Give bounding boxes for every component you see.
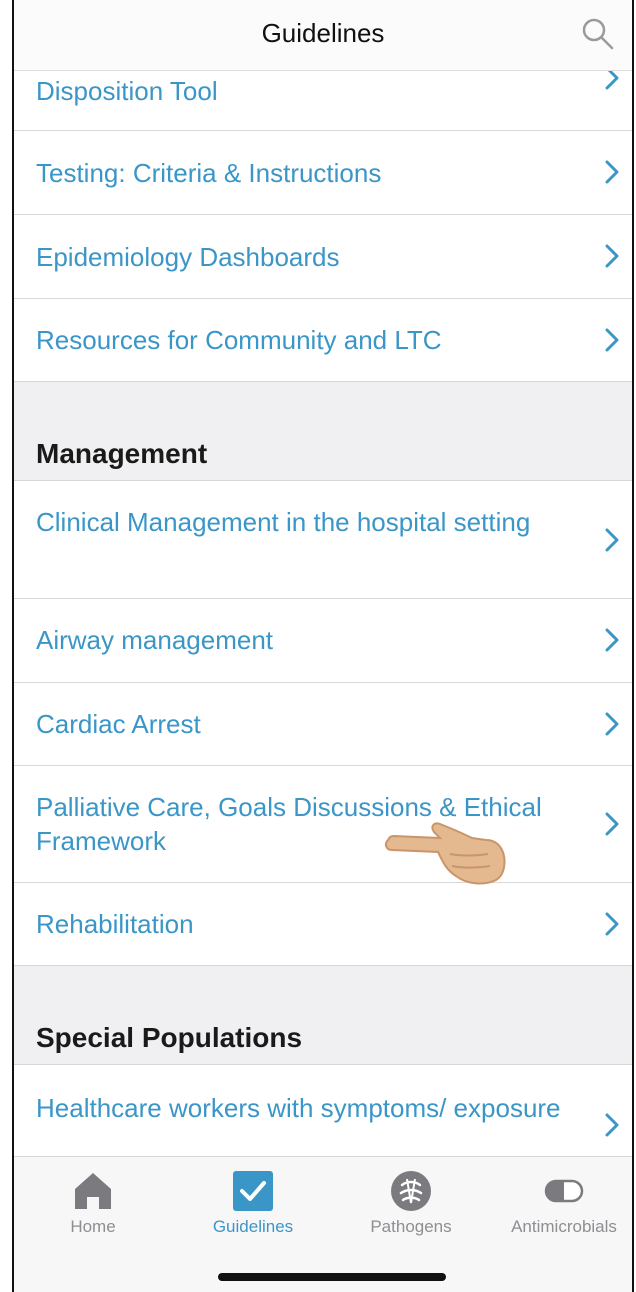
row-label: Disposition Tool — [36, 76, 218, 106]
list-item[interactable]: Disposition Tool — [14, 62, 632, 131]
list-item[interactable]: Clinical Management in the hospital sett… — [14, 481, 632, 599]
list-item[interactable]: Cardiac Arrest — [14, 683, 632, 766]
tab-label: Pathogens — [370, 1217, 452, 1236]
chevron-right-icon — [605, 628, 619, 652]
home-indicator[interactable] — [218, 1273, 446, 1281]
chevron-right-icon — [605, 528, 619, 552]
pointing-hand-icon — [384, 822, 506, 885]
chevron-right-icon — [605, 912, 619, 936]
section-management: Management — [14, 382, 632, 480]
list-item[interactable]: Resources for Community and LTC — [14, 299, 632, 382]
tab-antimicrobials[interactable]: Antimicrobials — [489, 1165, 632, 1245]
chevron-right-icon — [605, 1113, 619, 1137]
tab-bar: Home Guidelines Pathogens Antimicrobials — [14, 1156, 632, 1292]
chevron-right-icon — [605, 328, 619, 352]
tab-label: Antimicrobials — [511, 1217, 617, 1236]
section-header: Management — [36, 438, 208, 469]
tab-pathogens[interactable]: Pathogens — [336, 1165, 486, 1245]
row-label: Healthcare workers with symptoms/ exposu… — [36, 1093, 561, 1123]
checklist-icon — [233, 1171, 273, 1211]
list-item[interactable]: Palliative Care, Goals Discussions & Eth… — [14, 766, 632, 883]
chevron-right-icon — [605, 244, 619, 268]
tab-home[interactable]: Home — [18, 1165, 168, 1245]
page-title: Guidelines — [261, 18, 385, 48]
chevron-right-icon — [605, 712, 619, 736]
pill-icon — [544, 1179, 584, 1203]
list-item[interactable]: Airway management — [14, 599, 632, 683]
row-label: Clinical Management in the hospital sett… — [36, 507, 531, 537]
chevron-right-icon — [605, 812, 619, 836]
home-icon — [75, 1173, 111, 1209]
row-label: Airway management — [36, 625, 273, 655]
pathogen-icon — [391, 1171, 431, 1211]
section-special-populations: Special Populations — [14, 966, 632, 1064]
navigation-bar: Guidelines — [14, 0, 632, 71]
row-label: Epidemiology Dashboards — [36, 242, 340, 272]
row-label: Cardiac Arrest — [36, 709, 201, 739]
list-item[interactable]: Rehabilitation — [14, 883, 632, 966]
chevron-right-icon — [605, 160, 619, 184]
tab-guidelines[interactable]: Guidelines — [178, 1165, 328, 1245]
app-screen: Disposition Tool Testing: Criteria & Ins… — [12, 0, 634, 1292]
tab-label: Home — [70, 1217, 116, 1236]
tab-label: Guidelines — [212, 1217, 294, 1236]
list-item[interactable]: Epidemiology Dashboards — [14, 215, 632, 299]
list-item[interactable]: Testing: Criteria & Instructions — [14, 131, 632, 215]
row-label: Testing: Criteria & Instructions — [36, 158, 382, 188]
row-label: Resources for Community and LTC — [36, 325, 442, 355]
section-header: Special Populations — [36, 1022, 303, 1053]
search-icon[interactable] — [580, 16, 616, 52]
row-label: Rehabilitation — [36, 909, 194, 939]
